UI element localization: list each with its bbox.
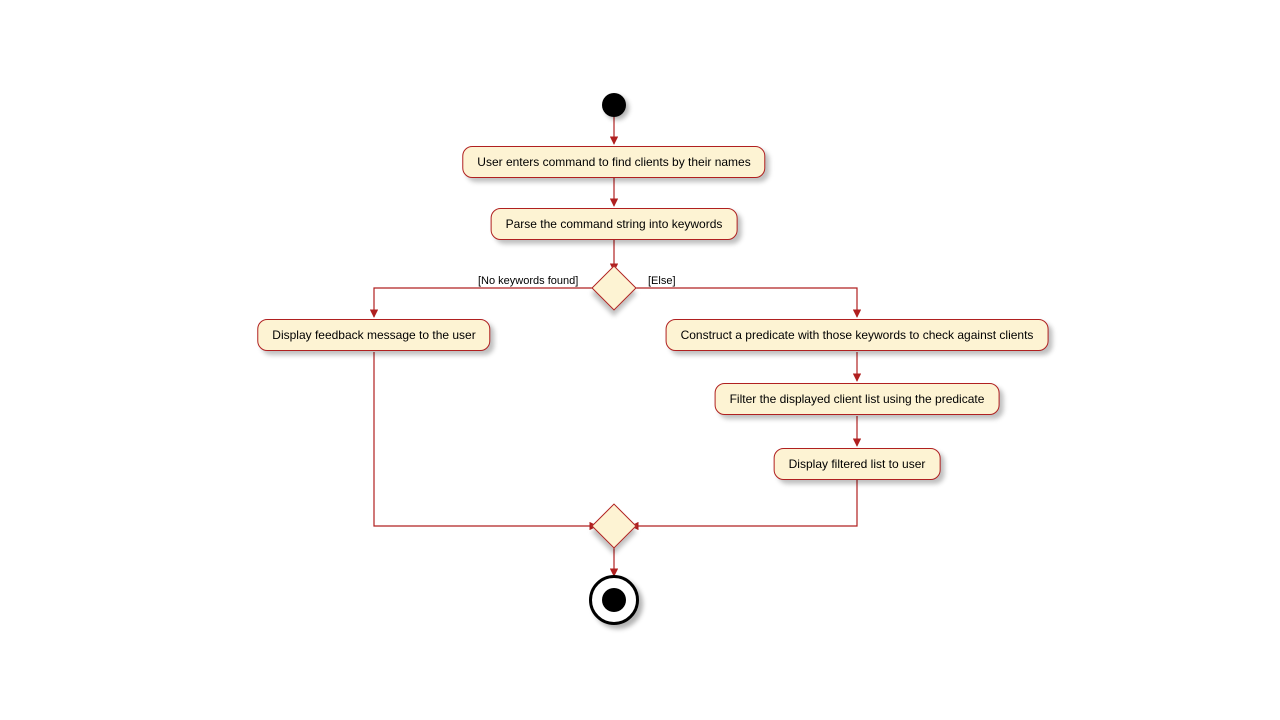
guard-else: [Else] xyxy=(648,275,676,287)
guard-no-keywords: [No keywords found] xyxy=(478,275,578,287)
final-node-inner xyxy=(602,588,626,612)
activity-label: Display filtered list to user xyxy=(789,457,926,471)
activity-label: Parse the command string into keywords xyxy=(506,217,723,231)
merge-node xyxy=(591,503,636,548)
activity-label: Construct a predicate with those keyword… xyxy=(681,328,1034,342)
activity-display-feedback: Display feedback message to the user xyxy=(257,319,490,351)
decision-node xyxy=(591,265,636,310)
activity-construct-predicate: Construct a predicate with those keyword… xyxy=(666,319,1049,351)
activity-parse-command: Parse the command string into keywords xyxy=(491,208,738,240)
final-node xyxy=(589,575,639,625)
initial-node xyxy=(602,93,626,117)
activity-label: Filter the displayed client list using t… xyxy=(730,392,985,406)
activity-label: Display feedback message to the user xyxy=(272,328,475,342)
activity-enter-command: User enters command to find clients by t… xyxy=(462,146,765,178)
activity-display-list: Display filtered list to user xyxy=(774,448,941,480)
activity-label: User enters command to find clients by t… xyxy=(477,155,750,169)
activity-filter-list: Filter the displayed client list using t… xyxy=(715,383,1000,415)
